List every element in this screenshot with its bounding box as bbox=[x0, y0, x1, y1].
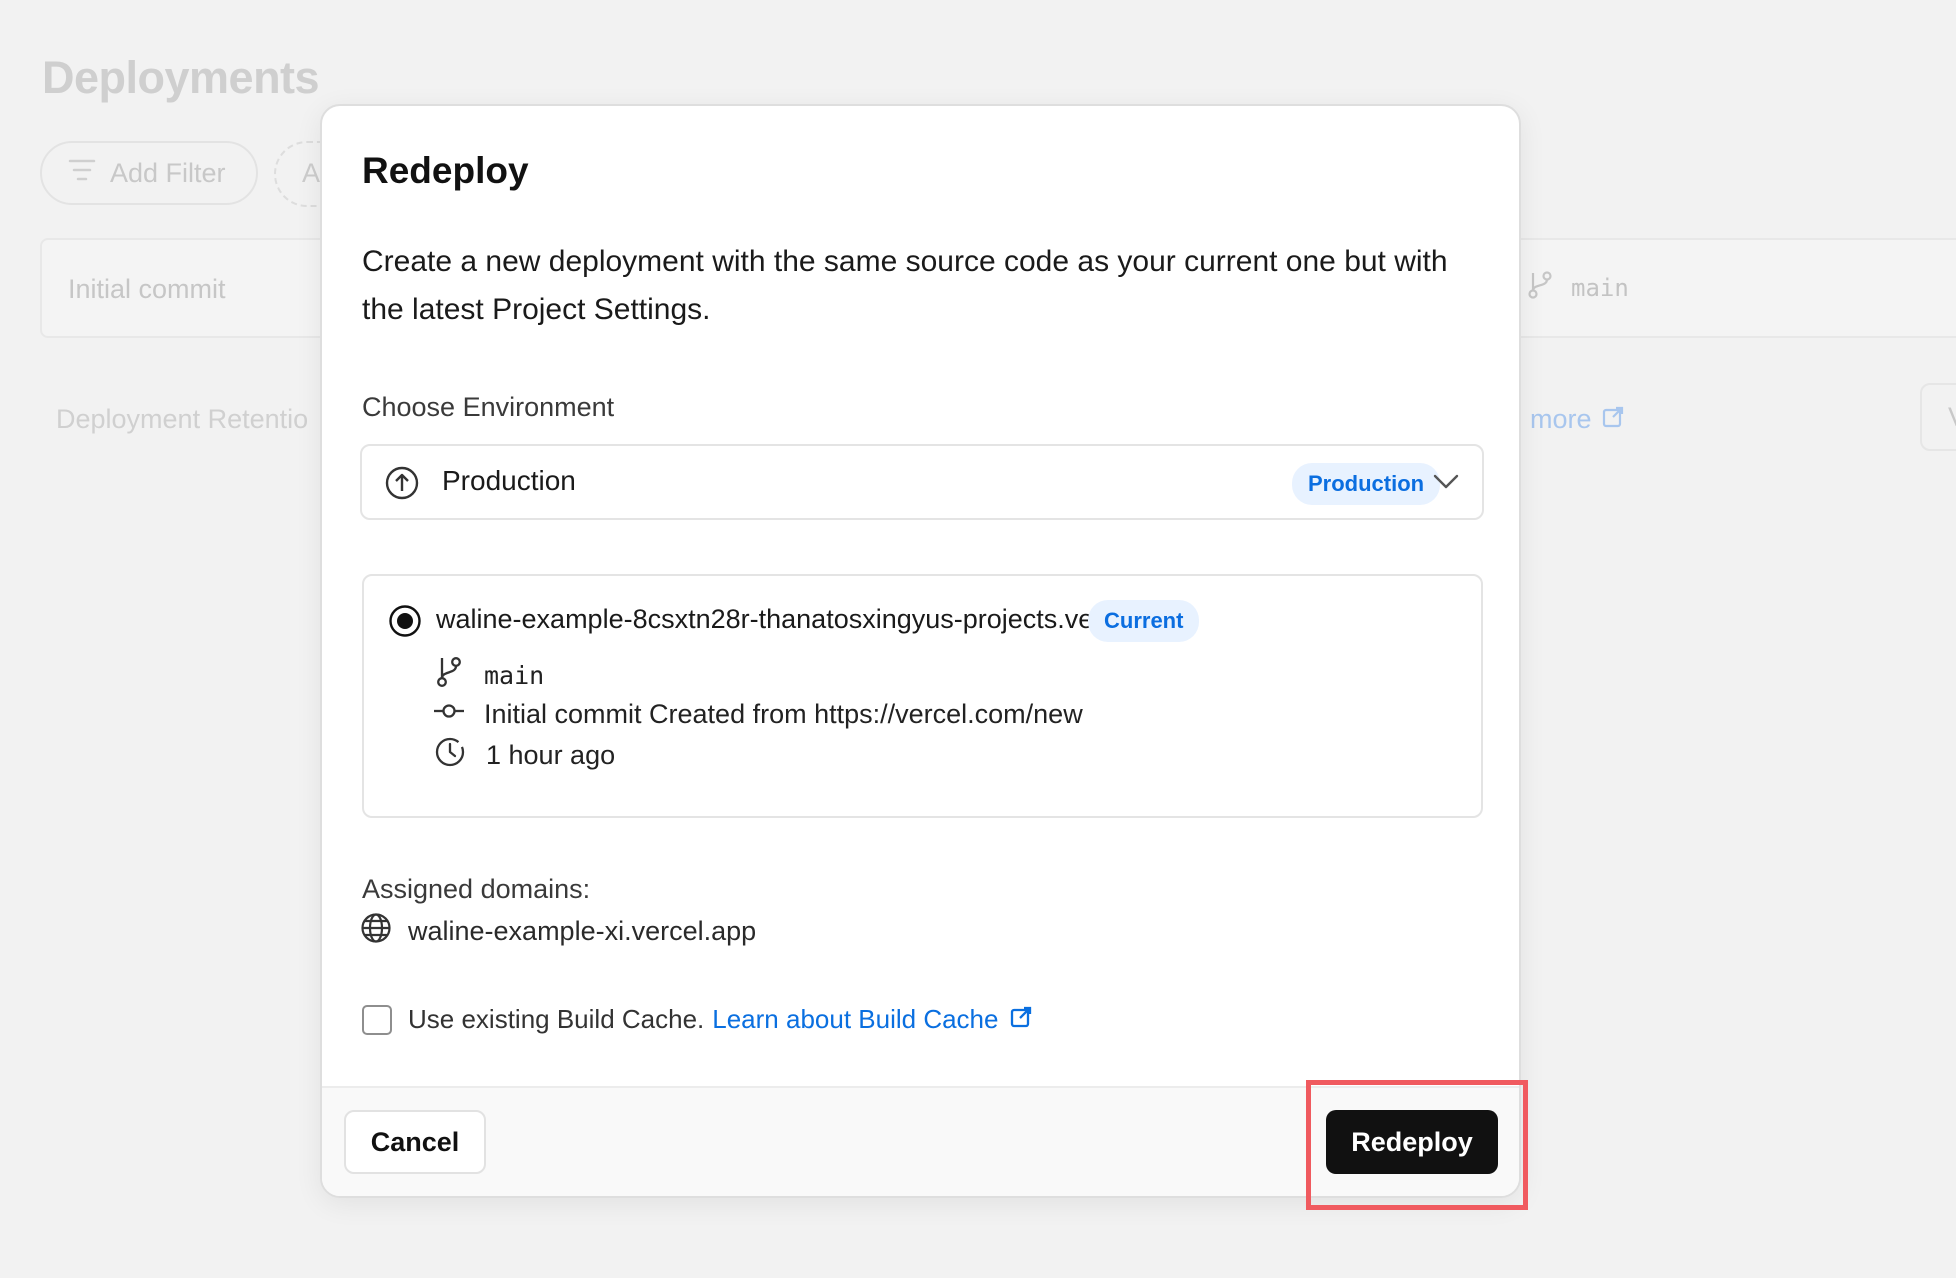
deployment-row-commit: Initial commit bbox=[68, 274, 226, 304]
assigned-domain-name: waline-example-xi.vercel.app bbox=[408, 916, 757, 946]
deployment-radio[interactable] bbox=[388, 604, 422, 643]
external-link-icon bbox=[1602, 404, 1624, 435]
git-branch-icon bbox=[1525, 270, 1555, 306]
redeploy-dialog: Redeploy Create a new deployment with th… bbox=[320, 104, 1521, 1198]
deployment-commit-row: Initial commit Created from https://verc… bbox=[434, 696, 1083, 733]
cancel-button[interactable]: Cancel bbox=[344, 1110, 486, 1174]
branch-name: main bbox=[1571, 274, 1629, 302]
deployment-time-row: 1 hour ago bbox=[434, 736, 615, 775]
filter-icon bbox=[68, 158, 96, 189]
globe-icon bbox=[360, 912, 392, 951]
dialog-description: Create a new deployment with the same so… bbox=[362, 245, 1448, 326]
git-commit-icon bbox=[434, 696, 464, 733]
learn-build-cache-label: Learn about Build Cache bbox=[712, 1004, 999, 1034]
deployment-retention-text: Deployment Retentio bbox=[56, 404, 309, 434]
add-filter-label: Add Filter bbox=[110, 157, 226, 188]
choose-environment-label: Choose Environment bbox=[362, 392, 615, 422]
build-cache-row: Use existing Build Cache. Learn about Bu… bbox=[362, 1004, 1032, 1035]
learn-more-label: more bbox=[1530, 404, 1592, 434]
build-cache-checkbox[interactable] bbox=[362, 1004, 392, 1035]
deployment-option-card[interactable]: waline-example-8csxtn28r-thanatosxingyus… bbox=[362, 574, 1483, 818]
environment-badge: Production bbox=[1292, 463, 1441, 505]
deployment-row-branch: main bbox=[1525, 270, 1629, 306]
git-branch-icon bbox=[434, 656, 464, 694]
chevron-down-icon bbox=[1432, 470, 1460, 499]
external-link-icon bbox=[1010, 1004, 1032, 1035]
clock-icon bbox=[434, 736, 466, 775]
branch-name: main bbox=[484, 660, 545, 690]
learn-more-link[interactable]: more bbox=[1530, 404, 1624, 435]
redeploy-button[interactable]: Redeploy bbox=[1326, 1110, 1498, 1174]
learn-build-cache-link[interactable]: Learn about Build Cache bbox=[712, 1004, 1032, 1035]
background-action-button[interactable]: V bbox=[1920, 383, 1956, 451]
add-filter-button[interactable]: Add Filter bbox=[40, 141, 258, 205]
arrow-up-circle-icon bbox=[384, 465, 420, 506]
dialog-title: Redeploy bbox=[362, 150, 529, 191]
deployment-url: waline-example-8csxtn28r-thanatosxingyus… bbox=[436, 604, 1190, 634]
assigned-domain: waline-example-xi.vercel.app bbox=[360, 912, 756, 951]
current-badge: Current bbox=[1088, 600, 1200, 642]
page-title: Deployments bbox=[42, 52, 320, 103]
commit-message: Initial commit Created from https://verc… bbox=[484, 699, 1083, 729]
build-cache-label: Use existing Build Cache. bbox=[408, 1004, 705, 1034]
dialog-footer: Cancel Redeploy bbox=[322, 1086, 1519, 1196]
deployment-time: 1 hour ago bbox=[486, 740, 616, 770]
environment-select[interactable]: Production Production bbox=[360, 444, 1484, 520]
deployment-branch-row: main bbox=[434, 656, 544, 694]
assigned-domains-label: Assigned domains: bbox=[362, 874, 591, 904]
environment-selected-value: Production bbox=[442, 465, 576, 496]
